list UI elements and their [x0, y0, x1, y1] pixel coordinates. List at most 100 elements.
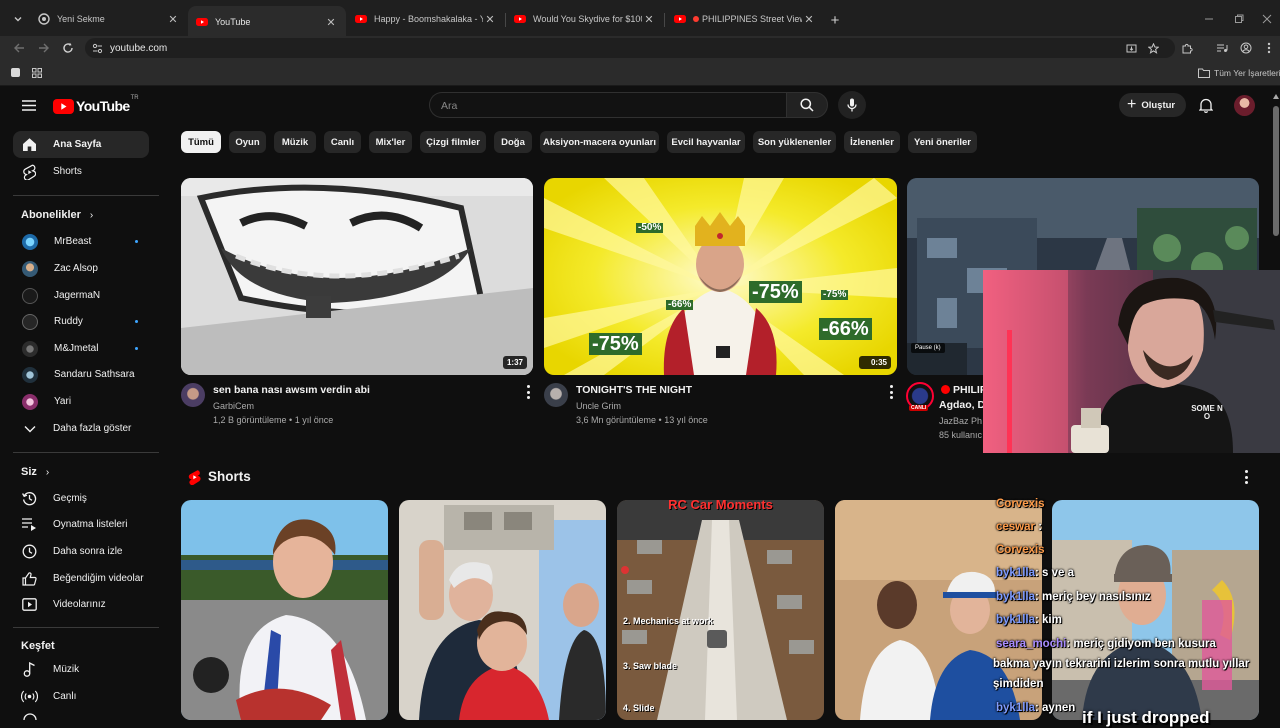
- create-button[interactable]: + Oluştur: [1119, 93, 1186, 117]
- hamburger-menu-icon[interactable]: [20, 97, 38, 113]
- sidebar-item-home[interactable]: Ana Sayfa: [13, 131, 149, 158]
- restore-window-icon[interactable]: [1232, 12, 1246, 26]
- microphone-icon: [847, 98, 857, 112]
- you-heading[interactable]: Siz ›: [21, 466, 49, 478]
- sidebar-item-live[interactable]: Canlı: [13, 683, 149, 710]
- sidebar-item-watch-later[interactable]: Daha sonra izle: [13, 538, 149, 565]
- short-thumbnail-2[interactable]: [399, 500, 606, 720]
- sidebar-item-shorts[interactable]: Shorts: [13, 158, 149, 185]
- chip-gaming[interactable]: Oyun: [229, 131, 266, 153]
- tab-new-tab[interactable]: Yeni Sekme ✕: [30, 6, 188, 32]
- avatar: [22, 260, 38, 277]
- discount-label: -66%: [666, 299, 694, 310]
- notifications-bell-icon[interactable]: [1197, 96, 1215, 114]
- video-menu-icon[interactable]: [523, 385, 533, 399]
- sidebar-item-zac-alsop[interactable]: Zac Alsop: [13, 255, 149, 282]
- tab-happy-boomshakalaka[interactable]: Happy - Boomshakalaka - YouT ✕: [347, 6, 505, 32]
- search-input[interactable]: Ara: [441, 100, 457, 112]
- chip-nature[interactable]: Doğa: [494, 131, 532, 153]
- address-text[interactable]: youtube.com: [110, 43, 167, 54]
- tab-philippines[interactable]: PHILIPPINES Street View Liv ✕: [666, 6, 824, 32]
- chat-message: Corvexis: [996, 544, 1045, 556]
- close-tab-icon[interactable]: ✕: [642, 12, 656, 26]
- all-bookmarks-link[interactable]: Tüm Yer İşaretleri: [1214, 68, 1280, 78]
- video-channel[interactable]: Uncle Grim: [576, 401, 621, 411]
- voice-search-button[interactable]: [838, 91, 866, 119]
- sidebar-item-ruddy[interactable]: Ruddy: [13, 308, 149, 335]
- reload-icon[interactable]: [61, 41, 75, 55]
- youtube-logo[interactable]: YouTube TR: [53, 95, 139, 115]
- chip-recently-uploaded[interactable]: Son yüklenenler: [753, 131, 836, 153]
- video-thumbnail-2[interactable]: -50% -75% -66% -75% -75% -66% 0:35: [544, 178, 897, 375]
- video-title[interactable]: TONIGHT'S THE NIGHT: [576, 384, 876, 396]
- chip-new-to-you[interactable]: Yeni öneriler: [908, 131, 977, 153]
- search-icon: [800, 98, 814, 112]
- sidebar-item-jagerman[interactable]: JagermaN: [13, 282, 149, 309]
- subscriptions-heading[interactable]: Abonelikler ›: [21, 209, 93, 221]
- chip-pets[interactable]: Evcil hayvanlar: [667, 131, 745, 153]
- browser-menu-icon[interactable]: [1264, 41, 1274, 55]
- tab-skydive[interactable]: Would You Skydive for $100? - ✕: [506, 6, 664, 32]
- video-title-line2[interactable]: Agdao, D: [939, 399, 989, 411]
- close-tab-icon[interactable]: ✕: [802, 12, 816, 26]
- chip-action-adventure-games[interactable]: Aksiyon-macera oyunları: [540, 131, 659, 153]
- sidebar-item-mjmetal[interactable]: M&Jmetal: [13, 335, 149, 362]
- video-channel[interactable]: GarbiCem: [213, 401, 254, 411]
- chip-live[interactable]: Canlı: [324, 131, 361, 153]
- tab-youtube[interactable]: YouTube ✕: [188, 6, 346, 38]
- account-avatar[interactable]: [1234, 95, 1255, 116]
- search-box[interactable]: Ara: [429, 92, 787, 118]
- chip-cartoons[interactable]: Çizgi filmler: [420, 131, 486, 153]
- minimize-window-icon[interactable]: [1202, 12, 1216, 26]
- search-button[interactable]: [786, 92, 828, 118]
- sidebar-item-history[interactable]: Geçmiş: [13, 485, 149, 512]
- sidebar-item-your-videos[interactable]: Videolarınız: [13, 591, 149, 618]
- show-more-button[interactable]: Daha fazla göster: [13, 415, 149, 442]
- sidebar-item-sandaru-sathsara[interactable]: Sandaru Sathsara: [13, 361, 149, 388]
- sidebar-item-liked-videos[interactable]: Beğendiğim videolar: [13, 565, 149, 592]
- apps-grid-icon[interactable]: [31, 67, 43, 79]
- site-info-icon[interactable]: [91, 42, 103, 54]
- chip-all[interactable]: Tümü: [181, 131, 221, 153]
- scrollbar-up-arrow[interactable]: [1273, 94, 1279, 99]
- video-thumbnail-1[interactable]: 1:37: [181, 178, 533, 375]
- media-control-icon[interactable]: [1215, 41, 1229, 55]
- channel-avatar[interactable]: [544, 383, 568, 407]
- profile-icon[interactable]: [1239, 41, 1253, 55]
- video-menu-icon[interactable]: [886, 385, 896, 399]
- tab-search-icon[interactable]: [11, 12, 25, 26]
- chip-music[interactable]: Müzik: [274, 131, 316, 153]
- forward-icon[interactable]: [37, 41, 51, 55]
- chip-watched[interactable]: İzlenenler: [844, 131, 900, 153]
- channel-avatar[interactable]: [181, 383, 205, 407]
- app-icon[interactable]: [10, 67, 21, 78]
- close-tab-icon[interactable]: ✕: [324, 15, 338, 29]
- close-tab-icon[interactable]: ✕: [166, 12, 180, 26]
- shorts-section-title: Shorts: [208, 469, 251, 484]
- close-tab-icon[interactable]: ✕: [483, 12, 497, 26]
- video-title[interactable]: sen bana nası awsım verdin abi: [213, 384, 513, 396]
- short-thumbnail-5[interactable]: [1052, 500, 1259, 720]
- shorts-menu-icon[interactable]: [1241, 470, 1251, 484]
- scrollbar-thumb[interactable]: [1273, 106, 1279, 236]
- install-app-icon[interactable]: [1125, 42, 1137, 54]
- sidebar-item-music[interactable]: Müzik: [13, 656, 149, 683]
- sidebar-item-yari[interactable]: Yari: [13, 388, 149, 415]
- new-tab-button[interactable]: +: [827, 12, 843, 29]
- bookmarks-bar: Tüm Yer İşaretleri: [0, 60, 1280, 86]
- bookmark-star-icon[interactable]: [1147, 42, 1159, 54]
- shorts-icon: [21, 163, 38, 180]
- avatar: [22, 393, 38, 410]
- short-thumbnail-3[interactable]: RC Car Moments 2. Mechanics at work 3. S…: [617, 500, 824, 720]
- short-thumbnail-1[interactable]: [181, 500, 388, 720]
- chat-message: byk1lla: kim: [996, 614, 1062, 626]
- back-icon[interactable]: [12, 41, 26, 55]
- video-channel[interactable]: JazBaz Ph: [939, 416, 984, 426]
- extensions-icon[interactable]: [1180, 41, 1194, 55]
- chip-mixes[interactable]: Mix'ler: [369, 131, 412, 153]
- close-window-icon[interactable]: [1260, 12, 1274, 26]
- sidebar-item-mrbeast[interactable]: MrBeast: [13, 228, 149, 255]
- video-bottom-caption: if I just dropped: [1082, 708, 1210, 727]
- sidebar-item-playlists[interactable]: Oynatma listeleri: [13, 511, 149, 538]
- address-bar[interactable]: youtube.com: [85, 38, 1175, 58]
